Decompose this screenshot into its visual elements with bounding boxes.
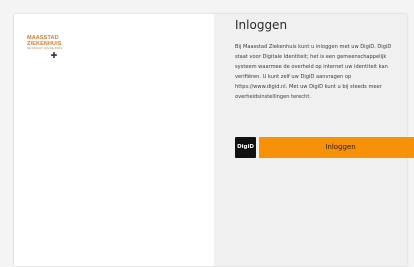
login-title: Inloggen bbox=[235, 18, 288, 32]
page-background: MAASSTAD ZIEKENHUIS DE KRACHT VAN DE ZOR… bbox=[0, 0, 414, 267]
login-card: MAASSTAD ZIEKENHUIS DE KRACHT VAN DE ZOR… bbox=[14, 14, 414, 266]
login-panel: Inloggen Bij Maasstad Ziekenhuis kunt u … bbox=[214, 14, 414, 266]
branding-panel: MAASSTAD ZIEKENHUIS DE KRACHT VAN DE ZOR… bbox=[14, 14, 214, 266]
login-button[interactable]: Inloggen bbox=[259, 137, 414, 158]
digid-logo-icon: DigiD bbox=[235, 137, 256, 158]
cross-icon: ✚ bbox=[50, 50, 58, 60]
login-description: Bij Maasstad Ziekenhuis kunt u inloggen … bbox=[235, 44, 392, 101]
hospital-logo: MAASSTAD ZIEKENHUIS DE KRACHT VAN DE ZOR… bbox=[27, 35, 81, 60]
